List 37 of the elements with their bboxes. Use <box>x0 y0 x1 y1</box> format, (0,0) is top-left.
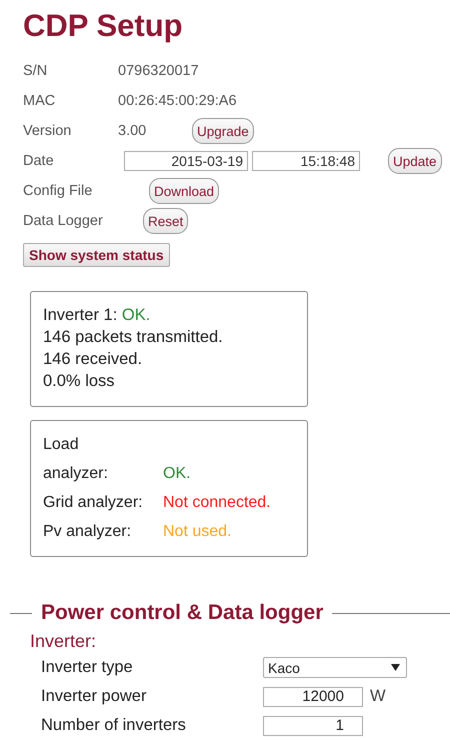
field-value: 00:26:45:00:29:A6 <box>118 93 237 109</box>
section-legend: Power control & Data logger <box>32 601 332 625</box>
analyzer-status: Not connected. <box>163 493 271 513</box>
analyzer-status: OK. <box>163 464 191 484</box>
analyzer-label: Grid analyzer: <box>43 493 144 513</box>
analyzer-label: Pv analyzer: <box>43 522 132 542</box>
field-label: MAC <box>23 93 56 109</box>
status-line: 146 packets transmitted. <box>43 327 224 348</box>
analyzer-status: Not used. <box>163 522 232 542</box>
dropdown-arrow-icon <box>391 664 400 671</box>
field-label: Inverter type <box>41 658 134 677</box>
status-line: Inverter 1: OK. <box>43 305 152 326</box>
number-field[interactable]: 12000 <box>263 686 363 706</box>
field-label: Date <box>23 153 55 169</box>
analyzer-label: Load analyzer: <box>43 435 109 484</box>
status-line: 146 received. <box>43 349 144 370</box>
page-title: CDP Setup <box>23 8 184 44</box>
unit-label: W <box>370 687 386 706</box>
field-label: S/N <box>23 63 48 79</box>
field-label: Number of inverters <box>41 716 187 735</box>
field-label: Config File <box>23 183 94 199</box>
time-field[interactable]: 15:18:48 <box>252 151 360 171</box>
field-value: 3.00 <box>118 123 148 139</box>
field-label: Data Logger <box>23 213 104 229</box>
date-field[interactable]: 2015-03-19 <box>124 151 248 171</box>
field-label: Inverter power <box>41 687 148 706</box>
field-label: Version <box>23 123 72 139</box>
number-field[interactable]: 1 <box>263 716 363 736</box>
show-status-button[interactable]: Show system status <box>23 243 170 267</box>
update-button[interactable]: Update <box>388 148 442 174</box>
status-line: 0.0% loss <box>43 371 116 392</box>
action-button[interactable]: Download <box>149 178 220 204</box>
upgrade-button[interactable]: Upgrade <box>192 118 254 144</box>
action-button[interactable]: Reset <box>143 208 188 234</box>
field-value: 0796320017 <box>118 63 199 79</box>
inverter-type-dropdown[interactable]: Kaco <box>263 657 407 678</box>
section-subheading: Inverter: <box>30 630 98 653</box>
